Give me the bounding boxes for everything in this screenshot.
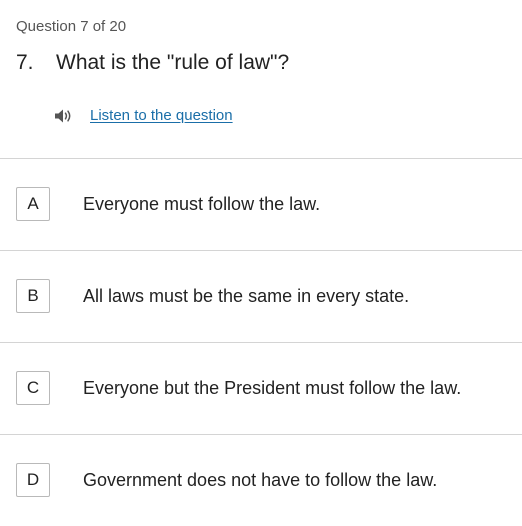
question-text: What is the "rule of law"? xyxy=(56,51,290,74)
option-letter-box[interactable]: A xyxy=(16,187,50,221)
question-number: 7. xyxy=(16,51,34,74)
option-letter-box[interactable]: D xyxy=(16,463,50,497)
option-text: All laws must be the same in every state… xyxy=(83,286,410,306)
speaker-icon xyxy=(55,109,71,122)
answer-options: A Everyone must follow the law. B All la… xyxy=(0,158,522,526)
listen-link[interactable]: Listen to the question xyxy=(90,107,233,124)
listen-button[interactable]: Listen to the question xyxy=(54,107,233,124)
option-letter-box[interactable]: B xyxy=(16,279,50,313)
question-heading: 7. What is the "rule of law"? xyxy=(16,51,289,75)
question-progress: Question 7 of 20 xyxy=(16,18,127,35)
option-letter-box[interactable]: C xyxy=(16,371,50,405)
option-d[interactable]: D Government does not have to follow the… xyxy=(0,434,522,526)
option-text: Everyone must follow the law. xyxy=(83,194,321,214)
option-c[interactable]: C Everyone but the President must follow… xyxy=(0,342,522,434)
option-text: Everyone but the President must follow t… xyxy=(83,378,462,398)
option-a[interactable]: A Everyone must follow the law. xyxy=(0,158,522,250)
option-text: Government does not have to follow the l… xyxy=(83,470,438,490)
option-b[interactable]: B All laws must be the same in every sta… xyxy=(0,250,522,342)
